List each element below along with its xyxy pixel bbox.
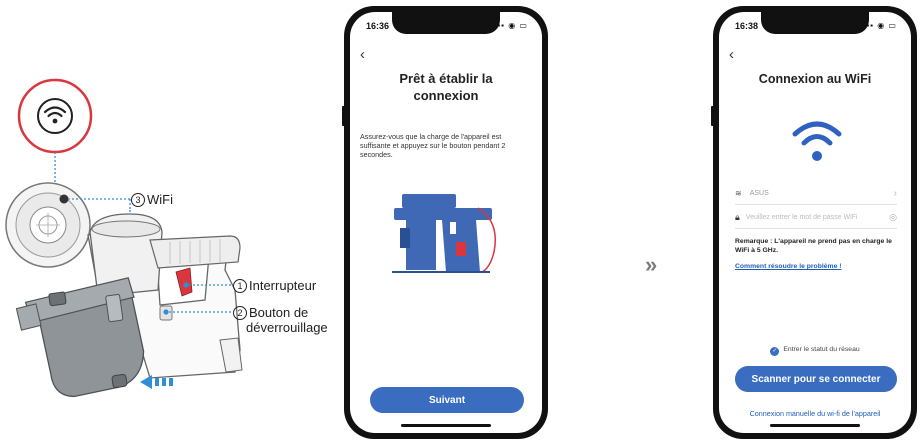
device-diagram: 3 WiFi 1 Interrupteur 2 Bouton de déverroui… xyxy=(0,0,345,443)
switch-callout: 1 Interrupteur xyxy=(233,278,316,293)
next-step-arrow-icon: » xyxy=(645,252,657,277)
callout-number: 2 xyxy=(233,306,247,320)
lock-icon: 🔒︎ xyxy=(735,211,740,222)
device-diagram-icon xyxy=(392,194,496,273)
phone-side-button xyxy=(342,106,345,126)
phone-wifi-connection: 16:38 ▪▪▪ ◉ ▭ ‹ Connexion au WiFi ≋ ASUS… xyxy=(711,6,917,439)
scan-connect-button[interactable]: Scanner pour se connecter xyxy=(735,366,897,392)
password-field[interactable]: 🔒︎ Veuillez entrer le mot de passe WiFi … xyxy=(735,206,897,229)
wifi-icon xyxy=(792,121,842,161)
wifi-label: WiFi xyxy=(147,192,173,207)
home-indicator xyxy=(401,424,491,427)
callout-number: 3 xyxy=(131,193,145,207)
page-title: Prêt à établir la connexion xyxy=(350,70,542,104)
network-select[interactable]: ≋ ASUS › xyxy=(735,182,897,205)
phone-side-button xyxy=(711,106,714,126)
notch xyxy=(761,12,869,34)
wifi-small-icon: ≋ xyxy=(735,188,742,198)
phone-ready-to-connect: 16:36 ▪▪▪ ◉ ▭ ‹ Prêt à établir la connex… xyxy=(342,6,548,439)
screen: 16:36 ▪▪▪ ◉ ▭ ‹ Prêt à établir la connex… xyxy=(350,12,542,433)
network-name: ASUS xyxy=(749,189,769,197)
callout-number: 1 xyxy=(233,279,247,293)
vacuum-illustration xyxy=(5,78,243,398)
network-status-label: Entrer le statut du réseau xyxy=(783,346,860,353)
next-button[interactable]: Suivant xyxy=(370,387,524,413)
chevron-right-icon: › xyxy=(893,187,897,199)
unlock-label-line2: déverrouillage xyxy=(246,320,328,335)
status-icons: ▪▪▪ ◉ ▭ xyxy=(493,21,528,30)
unlock-label-line1: Bouton de xyxy=(249,305,309,320)
unlock-callout: 2 Bouton de xyxy=(233,305,308,320)
page-title: Connexion au WiFi xyxy=(758,72,872,86)
status-icons: ▪▪▪ ◉ ▭ xyxy=(862,21,897,30)
home-indicator xyxy=(770,424,860,427)
status-time: 16:38 xyxy=(735,21,759,31)
back-icon[interactable]: ‹ xyxy=(729,46,734,63)
back-icon[interactable]: ‹ xyxy=(360,46,365,63)
wifi-callout: 3 WiFi xyxy=(131,192,173,207)
eye-icon[interactable]: ◎ xyxy=(889,212,897,223)
check-icon: ✓ xyxy=(770,347,780,356)
wifi-5ghz-note: Remarque : L'appareil ne prend pas en ch… xyxy=(735,238,892,254)
switch-label: Interrupteur xyxy=(249,278,317,293)
status-time: 16:36 xyxy=(366,21,390,31)
title-line2: connexion xyxy=(413,88,479,103)
help-link[interactable]: Comment résoudre le problème ! xyxy=(735,263,842,270)
manual-connect-link[interactable]: Connexion manuelle du wi-fi de l'apparei… xyxy=(719,409,911,418)
notch xyxy=(392,12,500,34)
title-line1: Prêt à établir la xyxy=(399,71,493,86)
instruction-text: Assurez-vous que la charge de l'appareil… xyxy=(360,132,506,159)
password-placeholder: Veuillez entrer le mot de passe WiFi xyxy=(745,213,858,221)
screen: 16:38 ▪▪▪ ◉ ▭ ‹ Connexion au WiFi ≋ ASUS… xyxy=(719,12,911,433)
network-status-row[interactable]: ✓ Entrer le statut du réseau xyxy=(719,346,911,356)
